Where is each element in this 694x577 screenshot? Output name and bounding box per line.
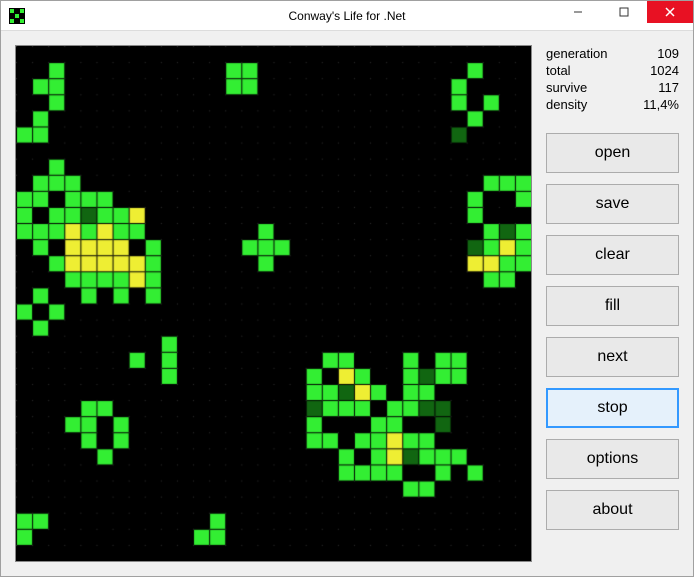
minimize-button[interactable] xyxy=(555,1,601,23)
stat-density: density 11,4% xyxy=(546,96,679,113)
titlebar: Conway's Life for .Net xyxy=(1,1,693,31)
fill-button[interactable]: fill xyxy=(546,286,679,326)
button-panel: open save clear fill next stop options a… xyxy=(546,133,679,530)
stat-label: density xyxy=(546,96,587,113)
open-button[interactable]: open xyxy=(546,133,679,173)
side-panel: generation 109 total 1024 survive 117 de… xyxy=(546,45,679,562)
save-button[interactable]: save xyxy=(546,184,679,224)
content-area: generation 109 total 1024 survive 117 de… xyxy=(1,31,693,576)
window-controls xyxy=(555,1,693,30)
stat-value: 1024 xyxy=(650,62,679,79)
stop-button[interactable]: stop xyxy=(546,388,679,428)
stat-survive: survive 117 xyxy=(546,79,679,96)
grid-canvas[interactable] xyxy=(16,46,531,561)
stat-value: 117 xyxy=(658,79,679,96)
next-button[interactable]: next xyxy=(546,337,679,377)
stat-value: 11,4% xyxy=(643,96,679,113)
stats-panel: generation 109 total 1024 survive 117 de… xyxy=(546,45,679,113)
stat-value: 109 xyxy=(657,45,679,62)
stat-generation: generation 109 xyxy=(546,45,679,62)
clear-button[interactable]: clear xyxy=(546,235,679,275)
life-grid[interactable] xyxy=(15,45,532,562)
options-button[interactable]: options xyxy=(546,439,679,479)
app-window: Conway's Life for .Net generation 109 xyxy=(0,0,694,577)
stat-label: total xyxy=(546,62,571,79)
about-button[interactable]: about xyxy=(546,490,679,530)
close-button[interactable] xyxy=(647,1,693,23)
stat-label: generation xyxy=(546,45,607,62)
stat-total: total 1024 xyxy=(546,62,679,79)
app-icon xyxy=(9,8,25,24)
stat-label: survive xyxy=(546,79,587,96)
maximize-button[interactable] xyxy=(601,1,647,23)
